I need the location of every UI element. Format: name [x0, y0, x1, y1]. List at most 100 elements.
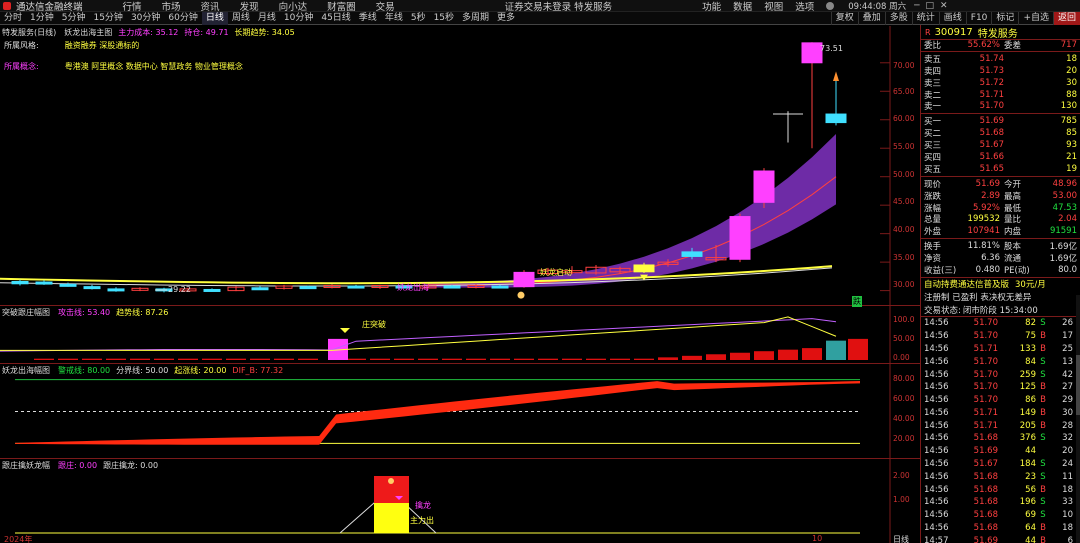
menu-options[interactable]: 选项	[795, 0, 814, 13]
timeframe-5[interactable]: 60分钟	[164, 12, 201, 25]
book-row[interactable]: 买一 51.69 785	[921, 115, 1080, 127]
period-label[interactable]: 日线	[893, 534, 909, 543]
timeframe-6[interactable]: 日线	[201, 11, 228, 25]
timeframe-3[interactable]: 15分钟	[89, 12, 126, 25]
timeframe-8[interactable]: 月线	[254, 12, 280, 25]
y-axis-tick: 20.00	[893, 434, 915, 443]
tick-row[interactable]: 14:56 51.71 205 B 28	[921, 419, 1080, 432]
tick-row[interactable]: 14:56 51.68 69 S 10	[921, 509, 1080, 522]
dragon-sub-pane[interactable]: 妖龙出海幅图 警戒线: 80.00 分界线: 50.00 起涨线: 20.00 DIF…	[0, 364, 920, 459]
minimize-icon[interactable]: ─	[914, 1, 919, 11]
breakout-bar	[802, 348, 822, 360]
stat-value: 0.480	[975, 264, 1000, 275]
book-row[interactable]: 卖四 51.73 20	[921, 65, 1080, 77]
tick-row[interactable]: 14:56 51.69 44 20	[921, 445, 1080, 458]
tick-row[interactable]: 14:56 51.68 196 S 33	[921, 496, 1080, 509]
tool-5[interactable]: F10	[965, 11, 992, 25]
timeframe-13[interactable]: 5秒	[407, 12, 430, 25]
timeframe-12[interactable]: 年线	[381, 12, 407, 25]
breakout-chart[interactable]	[0, 306, 920, 364]
tick-time: 14:56	[924, 420, 949, 431]
tick-list[interactable]: 14:56 51.70 82 S 26 14:56 51.70 75 B 17 14:56 51.71…	[921, 317, 1080, 543]
candle-body	[753, 170, 775, 203]
tick-row[interactable]: 14:56 51.68 23 S 11	[921, 470, 1080, 483]
book-row[interactable]: 买二 51.68 85	[921, 127, 1080, 139]
breakout-bar	[130, 358, 150, 360]
promo-line[interactable]: 自动持费通达信普及版	[924, 278, 1009, 290]
follow-dragon-pane[interactable]: 跟庄擒妖龙幅 跟庄: 0.00 跟庄擒龙: 0.00 擒龙 主力出 2024年 1…	[0, 459, 920, 543]
y-axis-tick: 45.00	[893, 197, 915, 206]
promo-price[interactable]: 30元/月	[1015, 278, 1046, 290]
timeframe-16[interactable]: 更多	[493, 12, 519, 25]
title-bar: 通达信金融终端 行情 市场 资讯 发现 向小达 财富圈 交易 证券交易未登录 特…	[0, 0, 1080, 13]
tool-0[interactable]: 复权	[830, 11, 858, 25]
stat-value: 5.92%	[972, 202, 1000, 213]
tool-6[interactable]: 标记	[991, 11, 1018, 25]
book-row[interactable]: 卖一 51.70 130	[921, 100, 1080, 112]
breakout-pane[interactable]: 突破跟庄幅图 攻击线: 53.40 趋势线: 87.26 庄突破 100.0 50.…	[0, 306, 920, 364]
up-arrow-icon	[833, 71, 839, 82]
tick-volume: 69	[1025, 510, 1036, 521]
tick-row[interactable]: 14:56 51.70 125 B 27	[921, 381, 1080, 394]
tick-row[interactable]: 14:56 51.68 64 B 18	[921, 522, 1080, 535]
tick-row[interactable]: 14:56 51.68 56 B 18	[921, 483, 1080, 496]
book-row[interactable]: 卖三 51.72 30	[921, 77, 1080, 89]
book-row[interactable]: 买三 51.67 93	[921, 139, 1080, 151]
tool-2[interactable]: 多股	[884, 11, 912, 25]
book-volume: 785	[1060, 116, 1077, 127]
tick-row[interactable]: 14:56 51.70 75 B 17	[921, 330, 1080, 343]
book-row[interactable]: 买四 51.66 21	[921, 151, 1080, 163]
timeframe-2[interactable]: 5分钟	[58, 12, 90, 25]
tick-row[interactable]: 14:56 51.67 184 S 24	[921, 458, 1080, 471]
breakout-bar	[346, 358, 366, 360]
tick-time: 14:56	[924, 471, 949, 482]
book-volume: 93	[1066, 140, 1077, 151]
menu-data[interactable]: 数据	[733, 0, 752, 13]
dragon-sub-chart[interactable]	[0, 364, 920, 459]
tool-1[interactable]: 叠加	[857, 11, 885, 25]
tick-row[interactable]: 14:56 51.70 82 S 26	[921, 317, 1080, 330]
tick-row[interactable]: 14:56 51.70 84 S 13	[921, 355, 1080, 368]
timeframe-10[interactable]: 45日线	[317, 12, 354, 25]
tick-scrollbar[interactable]	[1076, 295, 1080, 543]
follow-dragon-chart[interactable]	[0, 459, 920, 543]
timeframe-4[interactable]: 30分钟	[127, 12, 164, 25]
close-icon[interactable]: ✕	[940, 1, 948, 11]
timeframe-9[interactable]: 10分钟	[280, 12, 317, 25]
candle-body	[251, 287, 269, 291]
tick-volume: 75	[1025, 331, 1036, 342]
timeframe-11[interactable]: 季线	[355, 12, 381, 25]
tick-row[interactable]: 14:56 51.68 376 S 32	[921, 432, 1080, 445]
menu-function[interactable]: 功能	[702, 0, 721, 13]
breakout-bar	[226, 358, 246, 360]
login-notice[interactable]: 证券交易未登录 特发服务	[505, 0, 613, 13]
tick-row[interactable]: 14:56 51.71 149 B 30	[921, 407, 1080, 420]
maximize-icon[interactable]: □	[926, 1, 935, 11]
timeframe-14[interactable]: 15秒	[430, 12, 458, 25]
book-row[interactable]: 卖二 51.71 88	[921, 89, 1080, 101]
candlestick-chart[interactable]	[0, 26, 920, 306]
main-chart-pane[interactable]: 特发服务(日线) 妖龙出海主图 主力成本: 35.12 持仓: 49.71 长期趋势…	[0, 26, 920, 307]
timeframe-1[interactable]: 1分钟	[26, 12, 58, 25]
user-avatar-icon[interactable]	[826, 1, 835, 10]
tick-time: 14:56	[924, 369, 949, 380]
tool-7[interactable]: +自选	[1018, 11, 1053, 25]
tool-4[interactable]: 画线	[938, 11, 966, 25]
tick-side: S	[1040, 497, 1046, 508]
book-volume: 18	[1066, 53, 1077, 64]
tick-row[interactable]: 14:56 51.70 259 S 42	[921, 368, 1080, 381]
timeframe-7[interactable]: 周线	[228, 12, 254, 25]
tick-volume: 23	[1025, 471, 1036, 482]
timeframe-15[interactable]: 多周期	[458, 12, 493, 25]
book-row[interactable]: 买五 51.65 19	[921, 163, 1080, 175]
timeframe-0[interactable]: 分时	[0, 12, 26, 25]
book-row[interactable]: 卖五 51.74 18	[921, 53, 1080, 65]
tick-volume: 84	[1025, 356, 1036, 367]
tool-8[interactable]: 返回	[1052, 11, 1080, 25]
tick-row[interactable]: 14:56 51.70 86 B 29	[921, 394, 1080, 407]
tick-row[interactable]: 14:57 51.69 44 B 6	[921, 534, 1080, 543]
tick-row[interactable]: 14:56 51.71 133 B 25	[921, 343, 1080, 356]
tool-3[interactable]: 统计	[911, 11, 939, 25]
menu-view[interactable]: 视图	[764, 0, 783, 13]
breakout-bar	[658, 357, 678, 360]
